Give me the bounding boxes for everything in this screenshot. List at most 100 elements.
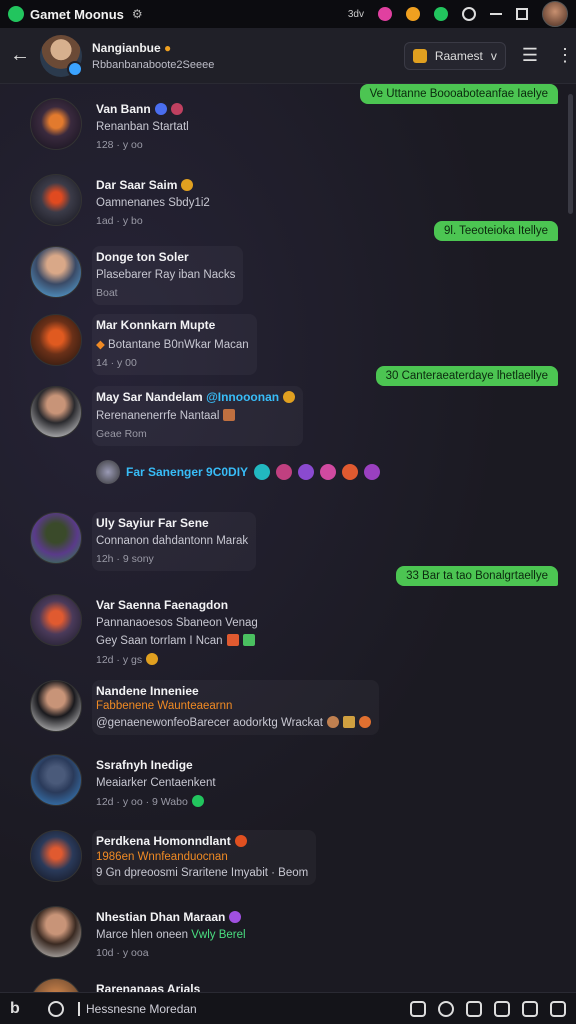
message-text: ◆ Botantane B0nWkar Macan bbox=[96, 339, 249, 351]
room-icon bbox=[412, 48, 427, 63]
room-dropdown[interactable]: Raamest v bbox=[403, 41, 506, 70]
avatar[interactable] bbox=[96, 460, 120, 484]
maximize-icon[interactable] bbox=[516, 8, 528, 20]
list-item[interactable]: Var Saenna Faenagdon Pannanaoesos Sbaneo… bbox=[30, 594, 266, 672]
message-text: Oamnenanes Sbdy1i2 bbox=[96, 197, 210, 209]
emoji-icon[interactable] bbox=[406, 7, 420, 21]
avatar[interactable] bbox=[30, 246, 82, 298]
contact-name: Nangianbue ● bbox=[92, 40, 172, 55]
avatar[interactable] bbox=[30, 594, 82, 646]
reaction-icon[interactable] bbox=[342, 464, 359, 480]
menu-icon[interactable]: ☰ bbox=[522, 45, 538, 66]
avatar[interactable] bbox=[30, 314, 82, 366]
format-icon[interactable]: b bbox=[10, 1000, 32, 1018]
image-icon[interactable] bbox=[410, 1000, 426, 1017]
avatar[interactable] bbox=[30, 680, 82, 732]
clock-icon[interactable] bbox=[48, 1000, 64, 1017]
message-composer: b Hessnesne Moredan bbox=[0, 992, 576, 1024]
list-item[interactable]: Nhestian Dhan Maraan Marce hlen oneen Vw… bbox=[30, 906, 254, 965]
notification-icon[interactable] bbox=[378, 7, 392, 21]
message-text: Gey Saan torrlam I Ncan bbox=[96, 634, 258, 647]
gif-icon[interactable] bbox=[466, 1000, 482, 1017]
list-item[interactable]: Uly Sayiur Far Sene Connanon dahdantonn … bbox=[30, 512, 257, 571]
message-text: 1986en Wnnfeanduocnan bbox=[96, 851, 228, 863]
reaction-icon[interactable] bbox=[298, 464, 315, 480]
message-text: Fabbenene Waunteaearnn bbox=[96, 700, 233, 712]
back-arrow-icon[interactable]: ← bbox=[10, 44, 36, 67]
message-author: Dar Saar Saim bbox=[96, 178, 210, 192]
message-author: Donge ton Soler bbox=[96, 250, 189, 264]
reaction-icon[interactable] bbox=[364, 464, 381, 480]
message-meta: 1ad · y bo bbox=[96, 215, 143, 227]
message-author: Rarenanaas Arials bbox=[96, 982, 201, 992]
game-icon[interactable] bbox=[434, 7, 448, 21]
avatar[interactable] bbox=[30, 386, 82, 438]
chevron-down-icon: v bbox=[490, 48, 497, 63]
message-input[interactable]: Hessnesne Moredan bbox=[78, 1001, 197, 1016]
reaction-row[interactable]: Far Sanenger 9C0DIY bbox=[96, 460, 381, 484]
message-meta: 128 · y oo bbox=[96, 139, 143, 151]
list-item[interactable]: Van Bann Renanban Startatl 128 · y oo bbox=[30, 98, 197, 157]
message-meta: 14 · y 00 bbox=[96, 357, 137, 369]
message-author: May Sar Nandelam @Innooonan bbox=[96, 390, 296, 404]
outgoing-message[interactable]: Ve Uttanne Boooaboteanfae Iaelye bbox=[359, 84, 558, 104]
message-author: Perdkena Homonndlant bbox=[96, 834, 308, 848]
message-text: Plasebarer Ray iban Nacks bbox=[96, 269, 236, 281]
message-text: Meaiarker Centaenkent bbox=[96, 777, 216, 789]
chat-header: ← Nangianbue ● Rbbanbanaboote2Seeee Raam… bbox=[0, 28, 576, 84]
game-pad-icon[interactable] bbox=[522, 1000, 538, 1017]
avatar[interactable] bbox=[30, 906, 82, 958]
message-author: Uly Sayiur Far Sene bbox=[96, 516, 209, 530]
avatar[interactable] bbox=[30, 978, 82, 992]
list-item[interactable]: Dar Saar Saim Oamnenanes Sbdy1i2 1ad · y… bbox=[30, 174, 218, 233]
contact-subtitle: Rbbanbanaboote2Seeee bbox=[92, 58, 215, 71]
list-item[interactable]: May Sar Nandelam @Innooonan Rerenanenerr… bbox=[30, 386, 304, 446]
list-item[interactable]: Donge ton Soler Plasebarer Ray iban Nack… bbox=[30, 246, 244, 305]
info-icon[interactable] bbox=[462, 7, 476, 21]
send-icon[interactable] bbox=[550, 1000, 566, 1017]
settings-icon[interactable]: ⚙ bbox=[132, 7, 143, 21]
message-author: Nhestian Dhan Maraan bbox=[96, 910, 246, 924]
app-logo-icon bbox=[8, 6, 24, 22]
message-author: Var Saenna Faenagdon bbox=[96, 598, 229, 612]
list-item[interactable]: Nandene Inneniee Fabbenene Waunteaearnn … bbox=[30, 680, 379, 735]
message-meta: 10d · y ooa bbox=[96, 947, 149, 959]
list-item[interactable]: Ssrafnyh Inedige Meaiarker Centaenkent 1… bbox=[30, 754, 224, 814]
chat-area[interactable]: Ve Uttanne Boooaboteanfae Iaelye 9l. Tee… bbox=[0, 84, 576, 992]
message-text: Geae Rom bbox=[96, 428, 147, 440]
minimize-icon[interactable] bbox=[490, 13, 502, 15]
outgoing-message[interactable]: 30 Canteraeaterdaye lhetlaellye bbox=[375, 366, 558, 386]
list-item[interactable]: Perdkena Homonndlant 1986en Wnnfeanduocn… bbox=[30, 830, 317, 885]
user-avatar[interactable] bbox=[542, 1, 568, 27]
status-small-label: 3dv bbox=[347, 8, 364, 20]
scrollbar[interactable] bbox=[568, 94, 573, 214]
avatar[interactable] bbox=[30, 830, 82, 882]
message-author: Mar Konnkarn Mupte bbox=[96, 318, 216, 332]
more-options-icon[interactable]: ⋮ bbox=[556, 45, 574, 66]
reaction-icon[interactable] bbox=[254, 464, 271, 480]
list-item[interactable]: Rarenanaas Arials bbox=[30, 978, 208, 992]
avatar[interactable] bbox=[30, 512, 82, 564]
message-author: Ssrafnyh Inedige bbox=[96, 758, 193, 772]
message-text: Rerenanenerrfe Nantaal bbox=[96, 409, 295, 422]
message-author: Van Bann bbox=[96, 102, 189, 116]
message-meta: 12d · y oo · 9 Wabo bbox=[96, 795, 216, 808]
message-meta: 12h · 9 sony bbox=[96, 553, 154, 565]
sticker-icon[interactable] bbox=[494, 1000, 510, 1017]
message-text: Boat bbox=[96, 287, 118, 299]
avatar[interactable] bbox=[30, 754, 82, 806]
list-item[interactable]: Mar Konnkarn Mupte ◆ Botantane B0nWkar M… bbox=[30, 314, 257, 375]
message-text: @genaenewonfeoBarecer aodorktg Wrackat bbox=[96, 716, 371, 729]
contact-avatar[interactable] bbox=[40, 34, 83, 77]
location-icon[interactable] bbox=[438, 1000, 454, 1017]
app-title: Gamet Moonus bbox=[30, 6, 124, 22]
message-text: Renanban Startatl bbox=[96, 121, 189, 133]
message-text: 9 Gn dpreoosmi Sraritene Imyabit · Beom bbox=[96, 867, 309, 879]
message-meta: 12d · y gs bbox=[96, 653, 258, 666]
reaction-icon[interactable] bbox=[276, 464, 293, 480]
avatar[interactable] bbox=[30, 174, 82, 226]
reaction-icon[interactable] bbox=[320, 464, 337, 480]
outgoing-message[interactable]: 9l. Teeoteioka Itellye bbox=[434, 221, 558, 241]
avatar[interactable] bbox=[30, 98, 82, 150]
outgoing-message[interactable]: 33 Bar ta tao Bonalgrtaellye bbox=[396, 566, 558, 586]
